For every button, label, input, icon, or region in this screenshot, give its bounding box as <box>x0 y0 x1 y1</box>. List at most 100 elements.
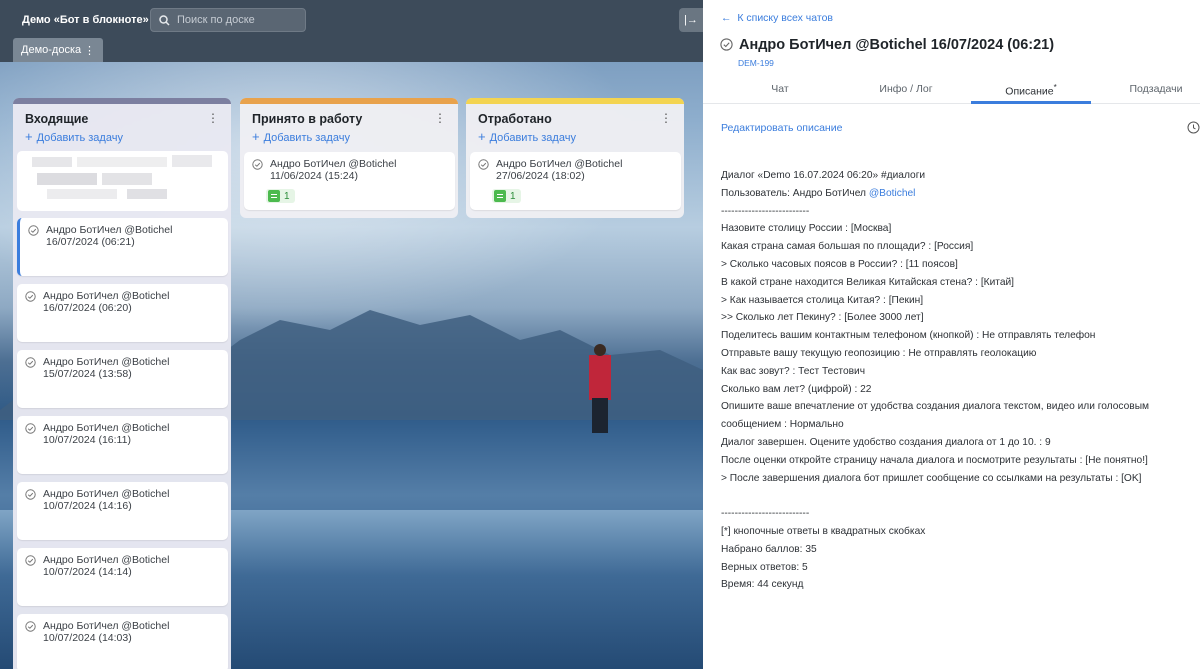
card-title: Андро БотИчел @Botichel <box>270 158 397 170</box>
check-circle-icon[interactable] <box>25 621 36 632</box>
description-line: >> Сколько лет Пекину? : [Более 3000 лет… <box>721 312 924 324</box>
check-circle-icon[interactable] <box>28 225 39 236</box>
description-line: Диалог завершен. Оцените удобство создан… <box>721 436 1051 448</box>
detail-tabs: Чат Инфо / Лог Описание* Подзадачи <box>703 76 1200 104</box>
task-card[interactable]: Андро БотИчел @Botichel 11/06/2024 (15:2… <box>244 152 455 210</box>
collapse-panel-button[interactable]: |→ <box>679 8 703 32</box>
task-card[interactable]: Андро БотИчел @Botichel 16/07/2024 (06:2… <box>17 284 228 342</box>
task-card[interactable]: Андро БотИчел @Botichel 10/07/2024 (14:1… <box>17 482 228 540</box>
card-title: Андро БотИчел @Botichel <box>43 422 170 434</box>
task-card[interactable]: Андро БотИчел @Botichel 10/07/2024 (16:1… <box>17 416 228 474</box>
search-placeholder: Поиск по доске <box>177 14 255 26</box>
card-title: Андро БотИчел @Botichel <box>46 224 173 236</box>
description-footer-line: Набрано баллов: 35 <box>721 543 817 555</box>
column-color-bar <box>13 98 231 104</box>
description-line: Как вас зовут? : Тест Тестович <box>721 365 866 377</box>
chat-icon <box>268 190 280 202</box>
history-icon[interactable] <box>1187 121 1200 134</box>
description-line: Отправьте вашу текущую геопозицию : Не о… <box>721 347 1037 359</box>
comments-badge[interactable]: 1 <box>492 189 521 203</box>
task-id[interactable]: DEM-199 <box>738 58 774 68</box>
task-detail-panel: ← К списку всех чатов Андро БотИчел @Bot… <box>703 0 1200 669</box>
description-footer-line: Верных ответов: 5 <box>721 561 808 573</box>
card-title: Андро БотИчел @Botichel <box>43 356 170 368</box>
card-date: 10/07/2024 (14:16) <box>43 500 132 512</box>
description-line: После оценки откройте страницу начала ди… <box>721 454 1148 466</box>
comments-badge[interactable]: 1 <box>266 189 295 203</box>
card-date: 11/06/2024 (15:24) <box>270 170 358 182</box>
description-line: > После завершения диалога бот пришлет с… <box>721 472 1142 484</box>
task-card[interactable]: Андро БотИчел @Botichel 16/07/2024 (06:2… <box>17 218 228 276</box>
description-separator: -------------------------- <box>721 508 810 520</box>
tab-description-label: Описание <box>1005 85 1054 98</box>
more-vertical-icon[interactable]: ⋮ <box>84 44 95 57</box>
column-title: Отработано <box>478 112 552 126</box>
search-input[interactable]: Поиск по доске <box>150 8 306 32</box>
card-date: 10/07/2024 (14:03) <box>43 632 132 644</box>
tab-modified-marker: * <box>1053 83 1057 92</box>
edit-description-link[interactable]: Редактировать описание <box>721 122 842 134</box>
back-to-chats-link[interactable]: ← К списку всех чатов <box>721 12 833 24</box>
column-menu-icon[interactable]: ⋮ <box>660 111 672 125</box>
card-date: 16/07/2024 (06:21) <box>46 236 135 248</box>
task-card[interactable]: Андро БотИчел @Botichel 15/07/2024 (13:5… <box>17 350 228 408</box>
description-footer-line: Время: 44 секунд <box>721 579 804 591</box>
card-title: Андро БотИчел @Botichel <box>43 488 170 500</box>
blurred-card[interactable] <box>17 151 228 211</box>
user-mention-link[interactable]: @Botichel <box>869 188 916 199</box>
check-circle-icon[interactable] <box>25 357 36 368</box>
add-task-button[interactable]: + Добавить задачу <box>478 129 576 144</box>
check-circle-icon[interactable] <box>25 489 36 500</box>
tab-chat[interactable]: Чат <box>720 83 840 95</box>
check-circle-icon[interactable] <box>252 159 263 170</box>
column-menu-icon[interactable]: ⋮ <box>434 111 446 125</box>
column-in-progress: Принято в работу ⋮ + Добавить задачу Андр… <box>240 98 458 218</box>
tab-description[interactable]: Описание* <box>971 83 1091 98</box>
add-task-button[interactable]: + Добавить задачу <box>25 129 123 144</box>
task-title: Андро БотИчел @Botichel 16/07/2024 (06:2… <box>739 37 1055 53</box>
comments-count: 1 <box>284 190 290 202</box>
card-title: Андро БотИчел @Botichel <box>43 554 170 566</box>
active-tab-indicator <box>971 101 1091 104</box>
column-inbox: Входящие ⋮ + Добавить задачу Андро БотИче… <box>13 98 231 669</box>
tab-subtasks[interactable]: Подзадачи <box>1096 83 1200 95</box>
column-title: Входящие <box>25 112 89 126</box>
description-user: Пользователь: Андро БотИчел @Botichel <box>721 185 1191 203</box>
description-line: Поделитесь вашим контактным телефоном (к… <box>721 330 1096 342</box>
check-circle-icon[interactable] <box>25 291 36 302</box>
column-done: Отработано ⋮ + Добавить задачу Андро БотИ… <box>466 98 684 218</box>
description-line: Какая страна самая большая по площади? :… <box>721 241 974 253</box>
tab-info-log[interactable]: Инфо / Лог <box>846 83 966 95</box>
comments-count: 1 <box>510 190 516 202</box>
check-circle-icon[interactable] <box>25 423 36 434</box>
card-date: 27/06/2024 (18:02) <box>496 170 585 182</box>
description-line: Назовите столицу России : [Москва] <box>721 223 892 235</box>
plus-icon: + <box>478 129 486 144</box>
description-header: Диалог «Demo 16.07.2024 06:20» #диалоги <box>721 170 926 181</box>
card-title: Андро БотИчел @Botichel <box>43 290 170 302</box>
description-line: > Как называется столица Китая? : [Пекин… <box>721 294 924 306</box>
check-circle-icon[interactable] <box>478 159 489 170</box>
board-header <box>0 0 703 62</box>
description-footer-line: [*] кнопочные ответы в квадратных скобка… <box>721 525 926 537</box>
card-date: 10/07/2024 (14:14) <box>43 566 132 578</box>
card-title: Андро БотИчел @Botichel <box>496 158 623 170</box>
add-task-label: Добавить задачу <box>36 132 123 144</box>
check-circle-icon[interactable] <box>25 555 36 566</box>
task-card[interactable]: Андро БотИчел @Botichel 10/07/2024 (14:0… <box>17 614 228 669</box>
description-line: Опишите ваше впечатление от удобства соз… <box>721 401 1150 413</box>
check-circle-icon[interactable] <box>720 38 733 51</box>
column-color-bar <box>466 98 684 104</box>
column-menu-icon[interactable]: ⋮ <box>207 111 219 125</box>
description-line: В какой стране находится Великая Китайск… <box>721 276 1015 288</box>
add-task-button[interactable]: + Добавить задачу <box>252 129 350 144</box>
board-title[interactable]: Демо «Бот в блокноте» <box>22 14 149 26</box>
tab-demo-board[interactable]: Демо-доска ⋮ <box>13 38 103 62</box>
task-card[interactable]: Андро БотИчел @Botichel 10/07/2024 (14:1… <box>17 548 228 606</box>
column-title: Принято в работу <box>252 112 363 126</box>
task-card[interactable]: Андро БотИчел @Botichel 27/06/2024 (18:0… <box>470 152 681 210</box>
description-body: Диалог «Demo 16.07.2024 06:20» #диалоги … <box>721 167 1191 594</box>
description-separator: -------------------------- <box>721 205 810 217</box>
card-date: 10/07/2024 (16:11) <box>43 434 131 446</box>
